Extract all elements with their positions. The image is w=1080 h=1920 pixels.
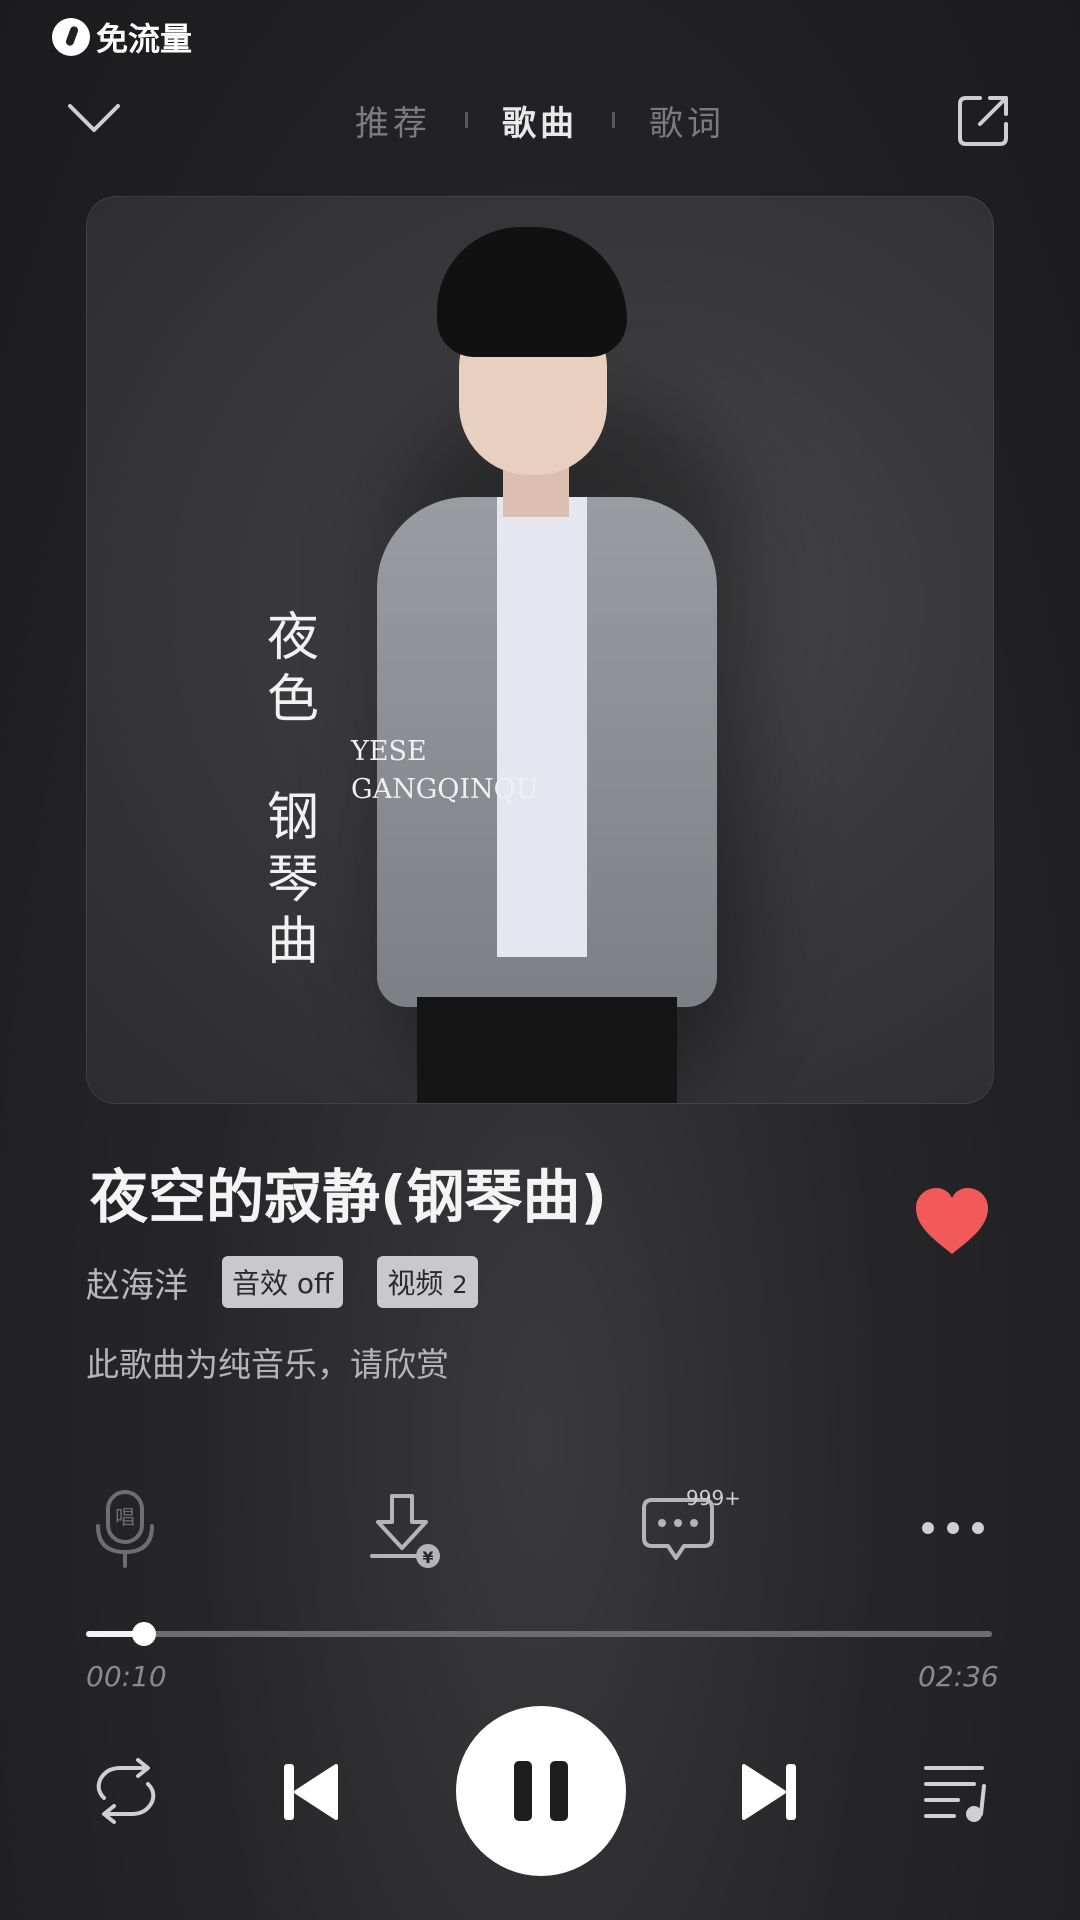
mic-icon-text: 唱 [115,1505,135,1529]
video-tag[interactable]: 视频 2 [377,1256,478,1308]
progress-knob[interactable] [131,1622,156,1646]
more-icon[interactable] [920,1516,986,1540]
cover-figure-pants [417,997,677,1103]
share-icon[interactable] [956,92,1012,148]
artist-row: 赵海洋 音效 off 视频 2 [86,1256,478,1308]
cover-title-line1: 夜色 [267,608,320,730]
total-time: 02:36 [918,1660,999,1693]
repeat-icon[interactable] [90,1758,162,1824]
album-cover[interactable]: 夜色 钢琴曲 YESE GANGQINQU [86,196,994,1104]
top-bar: 推荐 歌曲 歌词 [0,80,1080,160]
song-title: 夜空的寂静(钢琴曲) [90,1163,608,1231]
cover-figure-shirt [497,497,587,957]
download-badge: ¥ [422,1548,433,1567]
tab-recommend[interactable]: 推荐 [355,96,431,145]
playlist-icon[interactable] [922,1760,990,1824]
cover-figure-hair [437,227,627,357]
cover-title-line2: 钢琴曲 [267,788,320,972]
heart-icon[interactable] [912,1186,992,1258]
progress-bar[interactable] [86,1620,992,1648]
status-bar: 免流量 [52,14,192,60]
tab-song[interactable]: 歌曲 [502,96,578,145]
download-icon[interactable]: ¥ [368,1492,444,1572]
tab-bar: 推荐 歌曲 歌词 [0,80,1080,160]
next-icon[interactable] [740,1760,800,1824]
comment-count: 999+ [686,1486,741,1510]
pause-icon [514,1761,568,1821]
tab-divider [465,112,468,128]
artist-name[interactable]: 赵海洋 [86,1258,188,1307]
tab-lyrics[interactable]: 歌词 [649,96,725,145]
video-tag-count: 2 [452,1271,468,1299]
pause-button[interactable] [456,1706,626,1876]
sound-effect-tag[interactable]: 音效 off [222,1256,344,1308]
cover-subtitle-en-line1: YESE [351,736,427,767]
video-tag-label: 视频 [387,1267,444,1300]
free-data-label: 免流量 [96,20,193,58]
current-time: 00:10 [86,1660,167,1693]
cover-subtitle-en: YESE GANGQINQU [351,733,539,809]
progress-track [86,1631,992,1637]
mic-icon[interactable]: 唱 [90,1488,160,1568]
cover-subtitle-en-line2: GANGQINQU [351,774,539,805]
tab-divider [612,112,615,128]
app-logo-icon [52,18,90,56]
song-note: 此歌曲为纯音乐，请欣赏 [86,1345,449,1384]
previous-icon[interactable] [280,1760,340,1824]
